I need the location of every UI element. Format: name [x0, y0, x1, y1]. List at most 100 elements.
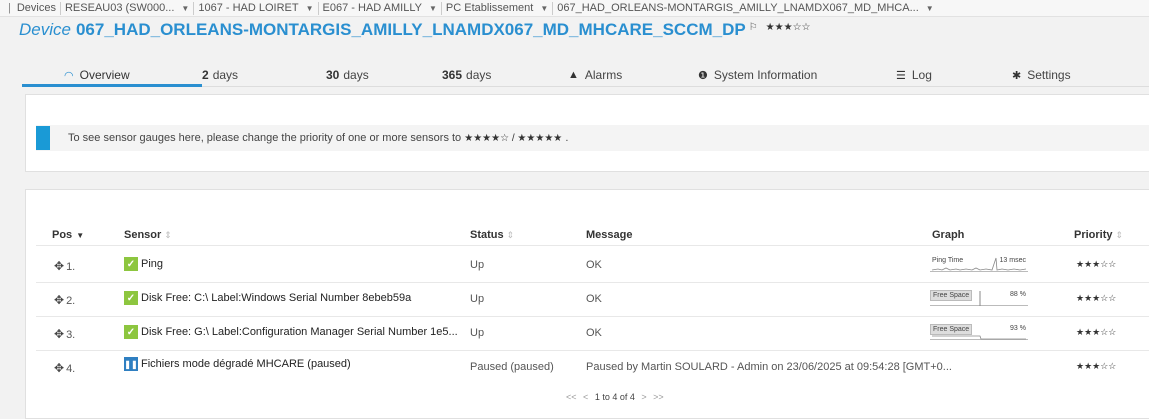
gauges-panel: To see sensor gauges here, please change… [25, 94, 1149, 172]
priority-stars[interactable]: ★★★☆☆ [1076, 327, 1116, 338]
chevron-down-icon[interactable]: ▼ [181, 4, 189, 13]
status-up-icon: ✓ [124, 325, 138, 339]
device-name[interactable]: 067_HAD_ORLEANS-MONTARGIS_AMILLY_LNAMDX0… [76, 20, 746, 40]
table-row[interactable]: ✥ 1. ✓ Ping Up OK Ping Time 13 msec ★★★☆☆ [26, 249, 1149, 282]
pause-icon: ❚❚ [124, 357, 138, 371]
tab-system-information[interactable]: ❶ System Information [698, 68, 817, 82]
breadcrumb-item-device[interactable]: 067_HAD_ORLEANS-MONTARGIS_AMILLY_LNAMDX0… [552, 1, 937, 15]
graph-label: Free Space [930, 290, 973, 301]
pagination: << < 1 to 4 of 4 > >> [566, 392, 664, 402]
mini-graph[interactable]: Free Space 93 % [930, 324, 1028, 340]
breadcrumb-label: RESEAU03 (SW000... [64, 2, 175, 14]
sensor-table: Pos ▼ Sensor ⇕ Status ⇕ Message Graph Prior… [25, 189, 1149, 419]
mini-graph[interactable]: Free Space 88 % [930, 290, 1028, 306]
row-position[interactable]: ✥ 2. [54, 293, 75, 307]
sensor-name-text: Disk Free: G:\ Label:Configuration Manag… [141, 326, 458, 338]
sensor-name[interactable]: ✓ Disk Free: G:\ Label:Configuration Man… [124, 325, 458, 339]
row-position[interactable]: ✥ 3. [54, 327, 75, 341]
row-position[interactable]: ✥ 4. [54, 361, 75, 375]
sensor-name-text: Fichiers mode dégradé MHCARE (paused) [141, 358, 351, 370]
tab-label: Settings [1027, 68, 1071, 82]
tab-2-days[interactable]: 2 days [202, 68, 238, 82]
sensor-name[interactable]: ✓ Ping [124, 257, 163, 271]
sensor-status: Paused (paused) [470, 361, 554, 373]
notice-text: To see sensor gauges here, please change… [68, 132, 568, 144]
prev-page-button[interactable]: < [583, 392, 588, 402]
graph-label: Free Space [930, 324, 973, 335]
sensor-message: OK [586, 327, 602, 339]
tab-label: days [212, 68, 239, 82]
graph-value: 88 % [1010, 291, 1026, 298]
notice-accent-bar [36, 126, 50, 150]
sort-icon: ⇕ [1115, 230, 1124, 240]
device-priority-stars[interactable]: ★★★☆☆ [766, 22, 811, 33]
column-header-sensor[interactable]: Sensor ⇕ [124, 229, 172, 241]
breadcrumb: | Devices RESEAU03 (SW000... ▼ 1067 - HA… [0, 0, 1149, 17]
tab-label: Overview [79, 68, 130, 82]
mini-graph[interactable]: Ping Time 13 msec [930, 256, 1028, 272]
table-row[interactable]: ✥ 2. ✓ Disk Free: C:\ Label:Windows Seria… [26, 283, 1149, 316]
column-header-priority[interactable]: Priority ⇕ [1074, 229, 1123, 241]
sensor-name[interactable]: ✓ Disk Free: C:\ Label:Windows Serial Nu… [124, 291, 411, 305]
chevron-down-icon[interactable]: ▼ [306, 4, 314, 13]
column-header-pos[interactable]: Pos ▼ [52, 229, 84, 241]
priority-stars[interactable]: ★★★☆☆ [1076, 259, 1116, 270]
table-row[interactable]: ✥ 4. ❚❚ Fichiers mode dégradé MHCARE (pau… [26, 351, 1149, 384]
priority-stars[interactable]: ★★★☆☆ [1076, 293, 1116, 304]
row-position-number: 4. [66, 363, 76, 375]
breadcrumb-separator-icon: | [8, 2, 11, 14]
chevron-down-icon[interactable]: ▼ [540, 4, 548, 13]
breadcrumb-item-group[interactable]: RESEAU03 (SW000... ▼ [59, 1, 193, 15]
last-page-button[interactable]: >> [653, 392, 664, 402]
tab-number: 365 [442, 68, 463, 82]
move-handle-icon[interactable]: ✥ [54, 259, 64, 273]
four-star-icon: ★★★★☆ [464, 133, 510, 144]
next-page-button[interactable]: > [641, 392, 646, 402]
tab-overview[interactable]: ◠ Overview [64, 68, 130, 82]
info-icon: ❶ [698, 69, 708, 82]
breadcrumb-devices[interactable]: Devices [17, 2, 60, 14]
move-handle-icon[interactable]: ✥ [54, 293, 64, 307]
chevron-down-icon[interactable]: ▼ [926, 4, 934, 13]
tab-30-days[interactable]: 30 days [326, 68, 369, 82]
column-header-label: Graph [932, 229, 965, 241]
breadcrumb-item-probe[interactable]: 1067 - HAD LOIRET ▼ [193, 1, 317, 15]
first-page-button[interactable]: << [566, 392, 577, 402]
sort-desc-icon: ▼ [76, 231, 85, 240]
sort-icon: ⇕ [506, 230, 515, 240]
move-handle-icon[interactable]: ✥ [54, 327, 64, 341]
column-header-message: Message [586, 229, 632, 241]
flag-icon[interactable]: ⚐ [749, 22, 758, 33]
tab-label: Alarms [584, 68, 623, 82]
tab-label: System Information [713, 68, 818, 82]
column-header-label: Pos [52, 229, 73, 241]
divider [36, 245, 1149, 246]
tab-label: days [343, 68, 369, 82]
tab-log[interactable]: ☰ Log [896, 68, 932, 82]
column-header-graph: Graph [932, 229, 964, 241]
tab-alarms[interactable]: ▲ Alarms [568, 68, 622, 82]
breadcrumb-label: 1067 - HAD LOIRET [198, 2, 299, 14]
table-row[interactable]: ✥ 3. ✓ Disk Free: G:\ Label:Configuration… [26, 317, 1149, 350]
row-position[interactable]: ✥ 1. [54, 259, 75, 273]
graph-label: Ping Time [932, 257, 964, 264]
breadcrumb-label: PC Etablissement [445, 2, 534, 14]
row-position-number: 3. [66, 329, 76, 341]
breadcrumb-item-site[interactable]: E067 - HAD AMILLY ▼ [317, 1, 441, 15]
gauge-icon: ◠ [64, 69, 74, 82]
column-header-label: Status [470, 229, 504, 241]
row-position-number: 2. [66, 295, 76, 307]
breadcrumb-label: E067 - HAD AMILLY [322, 2, 422, 14]
priority-stars[interactable]: ★★★☆☆ [1076, 361, 1116, 372]
column-header-label: Priority [1074, 229, 1113, 241]
tab-365-days[interactable]: 365 days [442, 68, 491, 82]
page-title: Device 067_HAD_ORLEANS-MONTARGIS_AMILLY_… [19, 20, 811, 40]
tab-settings[interactable]: ✱ Settings [1012, 68, 1071, 82]
list-icon: ☰ [896, 69, 906, 82]
breadcrumb-item-category[interactable]: PC Etablissement ▼ [440, 1, 552, 15]
tab-number: 2 [202, 68, 209, 82]
sensor-name[interactable]: ❚❚ Fichiers mode dégradé MHCARE (paused) [124, 357, 351, 371]
move-handle-icon[interactable]: ✥ [54, 361, 64, 375]
chevron-down-icon[interactable]: ▼ [429, 4, 437, 13]
column-header-status[interactable]: Status ⇕ [470, 229, 514, 241]
